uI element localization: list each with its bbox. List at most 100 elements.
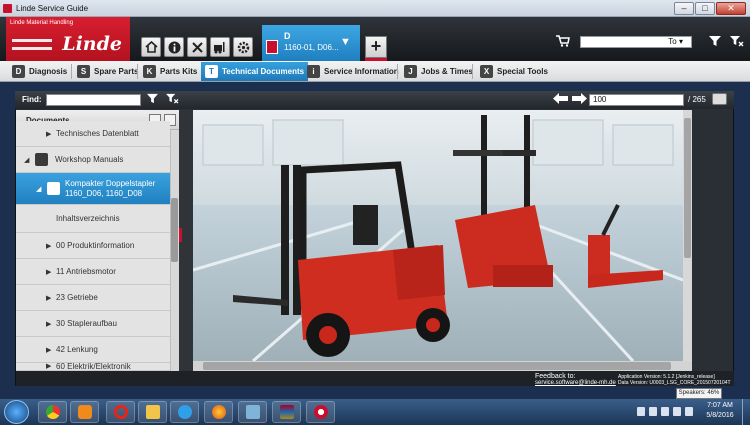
info-icon: i <box>307 65 320 78</box>
battery-tray-icon[interactable] <box>673 407 681 416</box>
expand-arrow-icon[interactable]: ▶ <box>46 346 51 354</box>
window-title-bar: Linde Service Guide <box>0 0 750 17</box>
tree-item-workshop-manuals[interactable]: ◢ Workshop Manuals <box>16 147 170 173</box>
collapse-arrow-icon[interactable]: ◢ <box>24 156 29 164</box>
minimize-button[interactable]: – <box>674 2 694 15</box>
show-desktop-button[interactable] <box>742 399 750 425</box>
feedback-label: Feedback to: <box>535 373 576 380</box>
ie-taskbar-button[interactable] <box>170 401 199 423</box>
tree-item-label: 23 Getriebe <box>56 293 98 302</box>
explorer-taskbar-button[interactable] <box>138 401 167 423</box>
winrar-taskbar-button[interactable] <box>272 401 301 423</box>
tab-diagnosis[interactable]: D Diagnosis <box>8 62 71 81</box>
speaker-tray-icon[interactable] <box>661 407 669 416</box>
collapse-arrow-icon[interactable]: ◢ <box>36 185 41 193</box>
brand-word: Linde <box>62 33 122 55</box>
tree-item-produktinformation[interactable]: ▶ 00 Produktinformation <box>16 233 170 259</box>
content-vertical-thumb[interactable] <box>684 118 691 258</box>
content-horizontal-thumb[interactable] <box>203 362 671 370</box>
gear-icon <box>237 41 249 53</box>
firefox-taskbar-button[interactable] <box>204 401 233 423</box>
close-button[interactable]: ✕ <box>716 2 746 15</box>
tab-spare-parts[interactable]: S Spare Parts <box>73 62 142 81</box>
clock-date[interactable]: 5/8/2016 <box>705 412 735 419</box>
expand-arrow-icon[interactable]: ▶ <box>46 268 51 276</box>
page-number-input[interactable]: 100 <box>589 94 684 106</box>
settings-button[interactable] <box>233 37 253 57</box>
tab-jobs-times[interactable]: J Jobs & Times <box>400 62 477 81</box>
maximize-button[interactable]: □ <box>695 2 715 15</box>
tray-icon[interactable] <box>685 407 693 416</box>
tree-item-kompakter-doppelstapler[interactable]: ◢ Kompakter Doppelstapler 1160_D06, 1160… <box>16 173 170 205</box>
brand-logo: Linde Material Handling Linde <box>6 17 130 61</box>
expand-arrow-icon[interactable]: ▶ <box>46 242 51 250</box>
parts-kits-icon: K <box>143 65 156 78</box>
tree-item-technisches-datenblatt[interactable]: ▶ Technisches Datenblatt <box>16 121 170 147</box>
special-tools-icon: X <box>480 65 493 78</box>
opera-taskbar-button[interactable] <box>106 401 135 423</box>
header-search-input[interactable]: To ▾ <box>580 36 692 48</box>
vehicle-filter-icon[interactable]: ▼ <box>340 36 351 48</box>
tree-item-inhaltsverzeichnis[interactable]: Inhaltsverzeichnis <box>16 205 170 233</box>
expand-arrow-icon[interactable]: ▶ <box>46 320 51 328</box>
window-icon <box>245 405 260 419</box>
add-vehicle-button[interactable]: + <box>365 36 387 58</box>
filter-icon[interactable] <box>709 35 721 50</box>
expand-arrow-icon[interactable]: ▶ <box>46 130 51 138</box>
find-filter-icon[interactable] <box>147 93 158 107</box>
jobs-times-icon: J <box>404 65 417 78</box>
cart-icon[interactable] <box>556 35 570 50</box>
find-clear-filter-icon[interactable] <box>166 93 179 107</box>
sidebar-scroll-thumb[interactable] <box>171 198 178 262</box>
page-total: / 265 <box>688 95 706 104</box>
technical-documents-icon: T <box>205 65 218 78</box>
vehicle-tab-subtitle: 1160-01, D06... <box>284 43 339 52</box>
tools-button[interactable] <box>187 37 207 57</box>
tree-item-getriebe[interactable]: ▶ 23 Getriebe <box>16 285 170 311</box>
home-icon <box>144 41 158 53</box>
network-tray-icon[interactable] <box>649 407 657 416</box>
nav-separator <box>71 64 72 79</box>
tree-item-label: Kompakter Doppelstapler <box>65 179 156 188</box>
tree-item-stapleraufbau[interactable]: ▶ 30 Stapleraufbau <box>16 311 170 337</box>
feedback-email-link[interactable]: service.software@linde-mh.de <box>535 380 616 386</box>
document-image <box>193 110 683 361</box>
tab-label: Special Tools <box>497 67 548 76</box>
info-icon <box>168 41 180 53</box>
start-button[interactable] <box>4 400 29 424</box>
app-taskbar-button[interactable] <box>238 401 267 423</box>
brand-small-text: Linde Material Handling <box>10 20 74 26</box>
next-page-icon[interactable] <box>572 93 587 107</box>
tools-icon <box>191 41 203 53</box>
find-label: Find: <box>22 95 42 104</box>
tab-special-tools[interactable]: X Special Tools <box>476 62 552 81</box>
expand-arrow-icon[interactable]: ▶ <box>46 294 51 302</box>
tree-item-lenkung[interactable]: ▶ 42 Lenkung <box>16 337 170 363</box>
clock-time[interactable]: 7:07 AM <box>705 402 735 409</box>
print-icon[interactable] <box>712 93 727 105</box>
linde-taskbar-button[interactable] <box>306 401 335 423</box>
tree-item-elektrik[interactable]: ▶ 60 Elektrik/Elektronik <box>16 363 170 371</box>
nav-separator <box>137 64 138 79</box>
forklift-icon <box>214 41 225 53</box>
tab-label: Parts Kits <box>160 67 198 76</box>
diagnosis-icon: D <box>12 65 25 78</box>
info-button[interactable] <box>164 37 184 57</box>
tab-service-information[interactable]: i Service Information <box>303 62 403 81</box>
tab-parts-kits[interactable]: K Parts Kits <box>139 62 201 81</box>
chrome-taskbar-button[interactable] <box>38 401 67 423</box>
forklift-button[interactable] <box>210 37 230 57</box>
expand-arrow-icon[interactable]: ▶ <box>46 363 51 370</box>
clear-filter-icon[interactable] <box>730 35 744 50</box>
find-input[interactable] <box>46 94 141 106</box>
vehicle-tab[interactable]: D 1160-01, D06... ▼ <box>262 25 360 61</box>
previous-page-icon[interactable] <box>553 93 568 107</box>
tree-item-antriebsmotor[interactable]: ▶ 11 Antriebsmotor <box>16 259 170 285</box>
media-player-taskbar-button[interactable] <box>70 401 99 423</box>
manual-icon <box>35 153 48 166</box>
flag-tray-icon[interactable] <box>637 407 645 416</box>
search-dropdown-icon[interactable]: ▾ <box>679 37 683 46</box>
home-button[interactable] <box>141 37 161 57</box>
tab-technical-documents[interactable]: T Technical Documents <box>201 62 309 81</box>
document-icon <box>47 182 60 195</box>
